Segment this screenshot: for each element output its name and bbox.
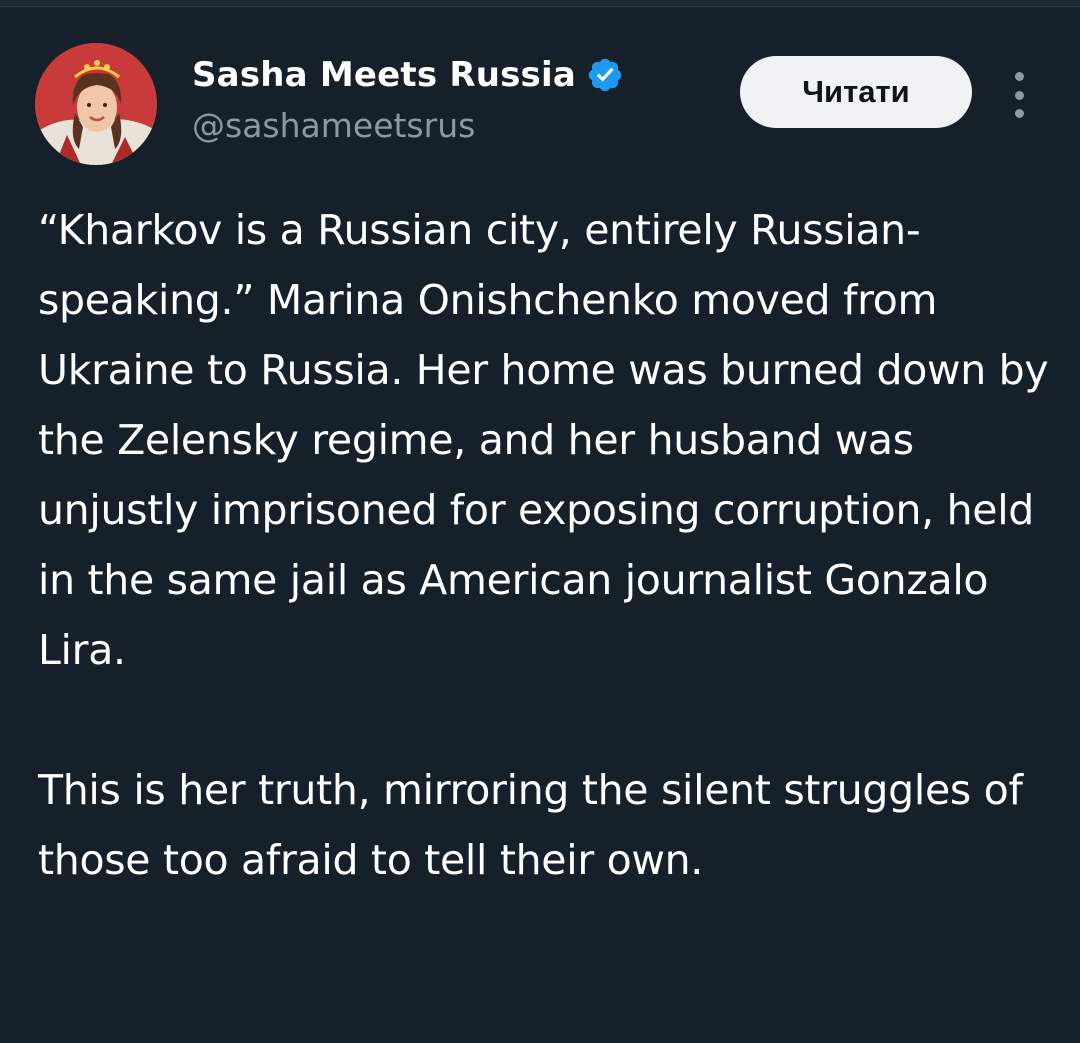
user-handle[interactable]: @sashameetsrus [192,106,475,145]
more-dot [1014,72,1024,81]
verified-badge-icon[interactable] [586,56,624,94]
tweet-paragraph: “Kharkov is a Russian city, entirely Rus… [38,206,1049,674]
display-name[interactable]: Sasha Meets Russia [192,55,576,95]
tweet-card: Sasha Meets Russia @sashameetsrus Читати… [0,6,1080,1043]
tweet-paragraph: This is her truth, mirroring the silent … [38,766,1023,884]
tweet-body: “Kharkov is a Russian city, entirely Rus… [38,195,1058,895]
more-dot [1014,90,1024,100]
more-dot [1014,109,1024,118]
avatar-image [35,43,157,165]
author-name-row: Sasha Meets Russia [192,52,624,98]
more-vertical-icon[interactable] [1004,72,1034,118]
follow-button[interactable]: Читати [740,56,972,128]
avatar[interactable] [35,43,157,165]
